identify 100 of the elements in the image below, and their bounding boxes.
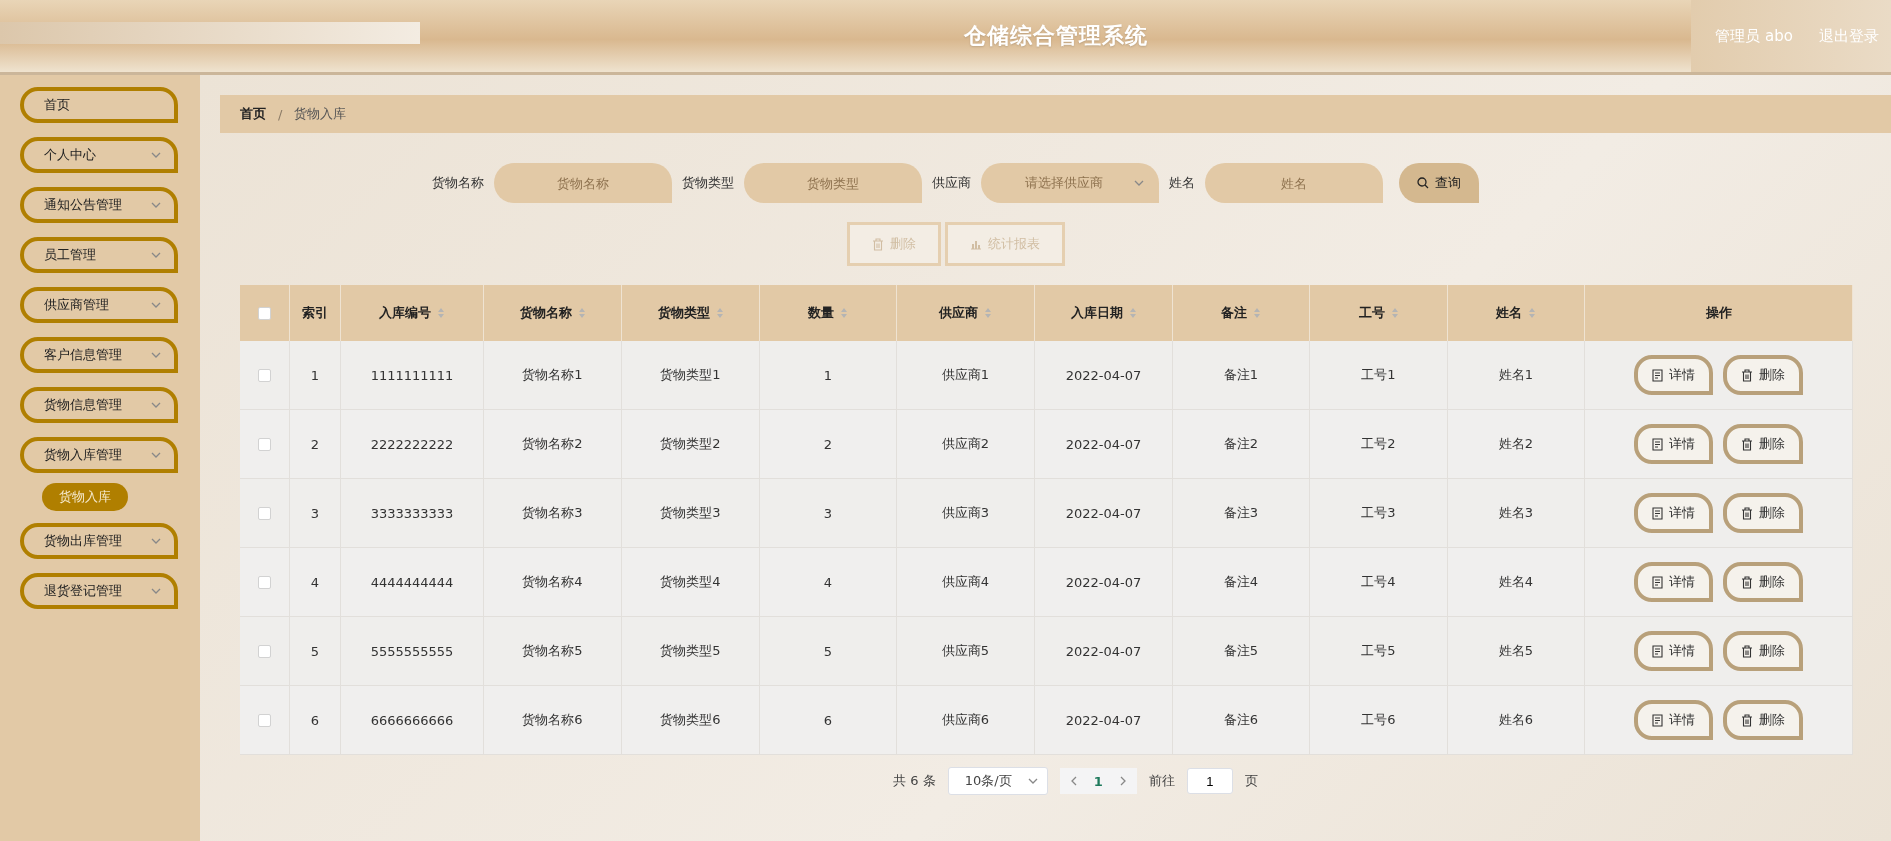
table-cell: 备注6: [1173, 686, 1310, 755]
table-cell: 5: [290, 617, 341, 686]
column-header[interactable]: 姓名: [1448, 285, 1585, 341]
table-cell: 工号2: [1310, 410, 1448, 479]
sidebar-item[interactable]: 退货登记管理: [20, 573, 178, 609]
table-cell: 备注1: [1173, 341, 1310, 410]
column-header[interactable]: 备注: [1173, 285, 1310, 341]
breadcrumb-item: 货物入库: [294, 105, 347, 123]
sort-icon[interactable]: [715, 307, 724, 319]
checkbox[interactable]: [258, 644, 271, 658]
column-header[interactable]: 货物名称: [484, 285, 622, 341]
table-cell: 备注5: [1173, 617, 1310, 686]
delete-button[interactable]: 删除: [1723, 562, 1803, 602]
table-cell: 姓名1: [1448, 341, 1585, 410]
details-button[interactable]: 详情: [1634, 700, 1713, 740]
query-button[interactable]: 查询: [1399, 163, 1479, 203]
table-cell: 备注3: [1173, 479, 1310, 548]
bar-chart-icon: [969, 238, 982, 250]
checkbox[interactable]: [258, 306, 271, 320]
table-cell: 4: [290, 548, 341, 617]
sidebar-item[interactable]: 货物出库管理: [20, 523, 178, 559]
trash-icon: [1741, 644, 1753, 658]
delete-button[interactable]: 删除: [1723, 700, 1803, 740]
table-cell: 1: [290, 341, 341, 410]
document-icon: [1652, 713, 1663, 727]
table-cell: 姓名5: [1448, 617, 1585, 686]
field-label: 姓名: [1169, 174, 1195, 192]
goto-label: 前往: [1148, 772, 1175, 790]
table-cell: 3: [760, 479, 897, 548]
delete-button[interactable]: 删除: [1723, 493, 1803, 533]
table-cell: 工号1: [1310, 341, 1448, 410]
details-button[interactable]: 详情: [1634, 355, 1713, 395]
checkbox[interactable]: [258, 368, 271, 382]
document-icon: [1652, 368, 1663, 382]
table-cell: 货物名称1: [484, 341, 622, 410]
table-cell: 货物类型3: [622, 479, 760, 548]
search-field[interactable]: 姓名: [1205, 163, 1383, 203]
sort-icon[interactable]: [1128, 307, 1137, 319]
table-cell: 6: [760, 686, 897, 755]
sidebar-item[interactable]: 货物信息管理: [20, 387, 178, 423]
table-cell: 姓名2: [1448, 410, 1585, 479]
page-input[interactable]: 1: [1186, 768, 1233, 794]
table-cell: 2022-04-07: [1035, 617, 1173, 686]
sort-icon[interactable]: [1528, 307, 1536, 319]
delete-button[interactable]: 删除: [1723, 631, 1803, 671]
table-cell: 货物名称5: [484, 617, 622, 686]
details-button[interactable]: 详情: [1634, 424, 1713, 464]
field-label: 货物名称: [432, 174, 484, 192]
sort-icon[interactable]: [1253, 307, 1261, 319]
column-header[interactable]: 货物类型: [622, 285, 760, 341]
sort-icon[interactable]: [984, 307, 992, 319]
search-field[interactable]: 货物名称: [494, 163, 672, 203]
table-cell: 2: [290, 410, 341, 479]
table-cell: 4: [760, 548, 897, 617]
checkbox[interactable]: [258, 713, 271, 727]
table-cell: 货物类型4: [622, 548, 760, 617]
details-button[interactable]: 详情: [1634, 562, 1713, 602]
table-cell: 供应商4: [897, 548, 1035, 617]
page-size-select[interactable]: 10条/页: [947, 767, 1048, 795]
sidebar-item[interactable]: 个人中心: [20, 137, 178, 173]
table-cell: 2022-04-07: [1035, 479, 1173, 548]
user-name: 管理员 abo: [1715, 26, 1793, 46]
table-cell: 姓名6: [1448, 686, 1585, 755]
details-button[interactable]: 详情: [1634, 493, 1713, 533]
sidebar-item[interactable]: 首页: [20, 87, 178, 123]
column-header[interactable]: 入库编号: [341, 285, 484, 341]
column-header[interactable]: 供应商: [897, 285, 1035, 341]
checkbox[interactable]: [258, 575, 271, 589]
column-header[interactable]: 工号: [1310, 285, 1448, 341]
sort-icon[interactable]: [1390, 307, 1399, 319]
page-number[interactable]: 1: [1093, 773, 1103, 789]
table-cell: 5: [760, 617, 897, 686]
sidebar-item[interactable]: 员工管理: [20, 237, 178, 273]
sort-icon[interactable]: [840, 307, 848, 319]
checkbox[interactable]: [258, 437, 271, 451]
document-icon: [1652, 437, 1663, 451]
delete-button[interactable]: 删除: [1723, 424, 1803, 464]
table-cell: 货物名称3: [484, 479, 622, 548]
table-cell: 2: [760, 410, 897, 479]
checkbox[interactable]: [258, 506, 271, 520]
search-field[interactable]: 货物类型: [744, 163, 922, 203]
table-cell: 3: [290, 479, 341, 548]
column-header: 索引: [290, 285, 341, 341]
table-cell: 货物类型1: [622, 341, 760, 410]
table-cell: 货物名称6: [484, 686, 622, 755]
table-cell: 货物类型2: [622, 410, 760, 479]
sort-icon[interactable]: [437, 307, 445, 319]
sidebar-item[interactable]: 供应商管理: [20, 287, 178, 323]
sidebar-item[interactable]: 货物入库管理: [20, 437, 178, 473]
column-header[interactable]: 数量: [760, 285, 897, 341]
table-cell: 供应商3: [897, 479, 1035, 548]
column-header[interactable]: 入库日期: [1035, 285, 1173, 341]
sort-icon[interactable]: [577, 307, 586, 319]
breadcrumb-item[interactable]: 首页: [240, 105, 266, 123]
sidebar-item[interactable]: 客户信息管理: [20, 337, 178, 373]
sidebar-item[interactable]: 通知公告管理: [20, 187, 178, 223]
document-icon: [1652, 575, 1663, 589]
table-cell: 备注2: [1173, 410, 1310, 479]
delete-button[interactable]: 删除: [1723, 355, 1803, 395]
details-button[interactable]: 详情: [1634, 631, 1713, 671]
